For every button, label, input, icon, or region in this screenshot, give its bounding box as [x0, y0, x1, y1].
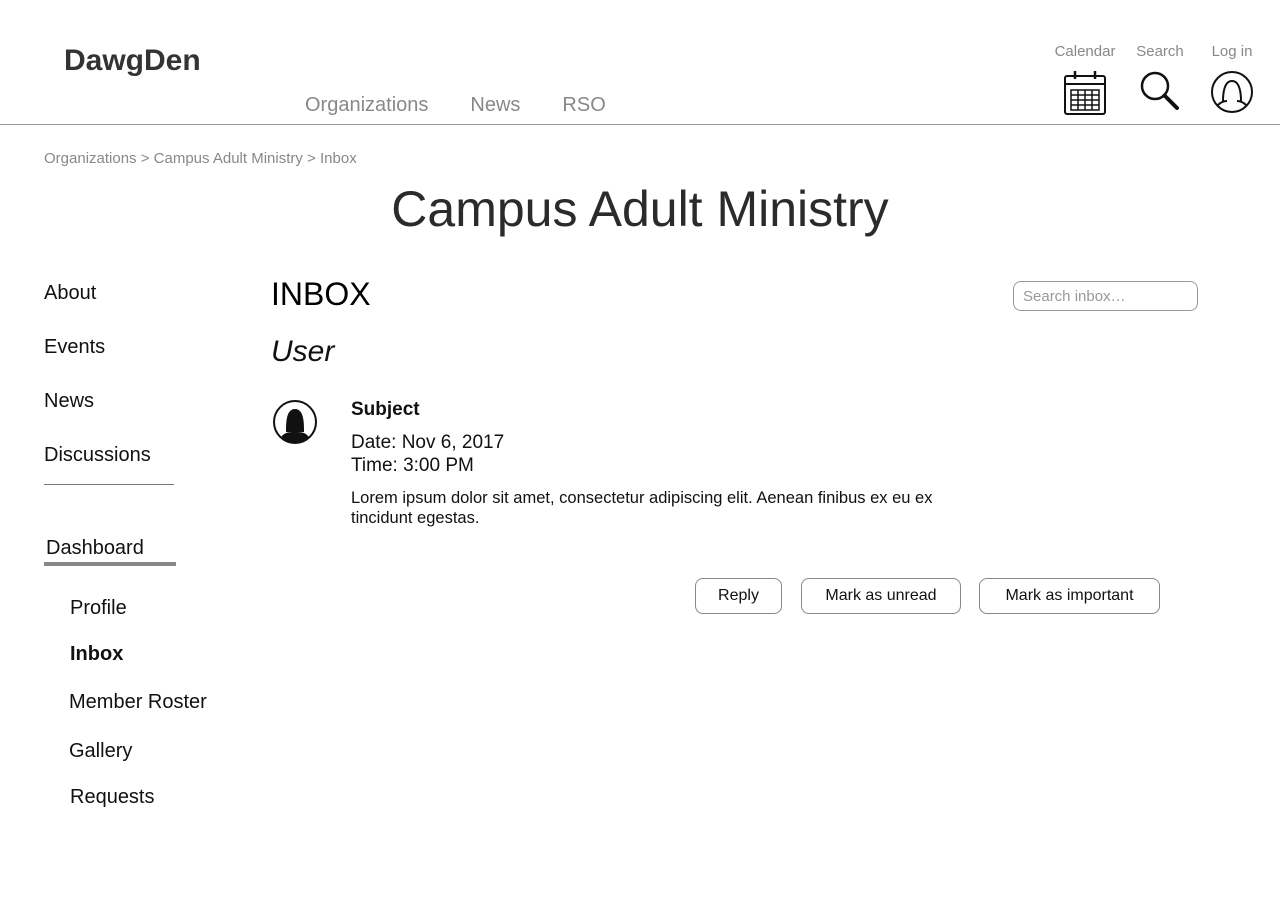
page-title: Campus Adult Ministry — [391, 181, 889, 237]
sidebar-item-about[interactable]: About — [44, 282, 96, 305]
message-time: Time: 3:00 PM — [351, 455, 474, 476]
search-label: Search — [1136, 43, 1184, 60]
inbox-title: INBOX — [271, 276, 371, 312]
site-logo[interactable]: DawgDen — [64, 44, 201, 78]
breadcrumb: Organizations > Campus Adult Ministry > … — [44, 150, 357, 167]
breadcrumb-separator: > — [140, 150, 150, 167]
dashboard-item-requests[interactable]: Requests — [70, 786, 155, 809]
dashboard-item-profile[interactable]: Profile — [70, 597, 127, 620]
sidebar-item-events[interactable]: Events — [44, 336, 105, 359]
breadcrumb-separator: > — [307, 150, 316, 167]
reply-button[interactable]: Reply — [695, 578, 782, 614]
search-icon — [1140, 71, 1179, 110]
top-nav: Organizations News RSO — [305, 94, 606, 117]
message-body: Lorem ipsum dolor sit amet, consectetur … — [351, 489, 933, 527]
calendar-button[interactable]: Calendar — [1054, 43, 1116, 116]
user-icon — [1211, 71, 1253, 113]
mark-important-button[interactable]: Mark as important — [979, 578, 1160, 614]
breadcrumb-inbox[interactable]: Inbox — [320, 150, 357, 167]
login-label: Log in — [1211, 43, 1253, 60]
calendar-icon — [1064, 71, 1106, 115]
message-subject[interactable]: Subject — [351, 399, 420, 421]
dashboard-item-gallery[interactable]: Gallery — [69, 740, 132, 763]
nav-rso[interactable]: RSO — [562, 94, 605, 117]
mark-unread-button[interactable]: Mark as unread — [801, 578, 961, 614]
dashboard-underline — [44, 562, 176, 566]
sidebar-item-news[interactable]: News — [44, 390, 94, 413]
header-divider — [0, 124, 1280, 125]
breadcrumb-campus-adult-ministry[interactable]: Campus Adult Ministry — [154, 150, 303, 167]
nav-news[interactable]: News — [470, 94, 520, 117]
dashboard-item-member-roster[interactable]: Member Roster — [69, 691, 207, 714]
nav-organizations[interactable]: Organizations — [305, 94, 428, 117]
sidebar-item-discussions[interactable]: Discussions — [44, 444, 151, 467]
sidebar-dashboard[interactable]: Dashboard — [46, 537, 144, 560]
search-button[interactable]: Search — [1134, 43, 1186, 112]
calendar-label: Calendar — [1054, 43, 1116, 60]
sidebar-divider — [44, 484, 174, 485]
search-inbox-input[interactable] — [1013, 281, 1198, 311]
dashboard-item-inbox[interactable]: Inbox — [70, 643, 123, 666]
message-date: Date: Nov 6, 2017 — [351, 432, 505, 453]
message-sender: User — [271, 335, 335, 368]
login-button[interactable]: Log in — [1206, 43, 1258, 114]
page: DawgDen Organizations News RSO Calendar … — [0, 0, 1280, 900]
breadcrumb-organizations[interactable]: Organizations — [44, 150, 137, 167]
sender-avatar-icon — [273, 400, 317, 444]
